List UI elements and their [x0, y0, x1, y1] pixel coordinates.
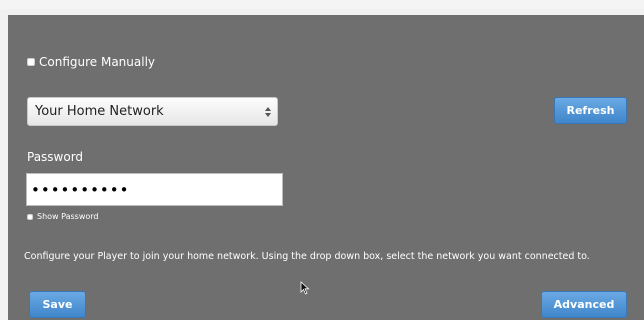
settings-page: Configure Manually Your Home Network Ref…	[0, 0, 644, 320]
advanced-button[interactable]: Advanced	[541, 291, 627, 318]
instructions-text: Configure your Player to join your home …	[24, 251, 590, 262]
refresh-button-label: Refresh	[566, 104, 615, 117]
configure-manually-row[interactable]: Configure Manually	[27, 55, 155, 69]
configure-manually-label: Configure Manually	[39, 55, 156, 69]
password-field[interactable]	[26, 173, 283, 206]
save-button-label: Save	[42, 298, 73, 311]
configure-manually-checkbox[interactable]	[27, 58, 35, 66]
network-select[interactable]: Your Home Network	[27, 97, 278, 126]
refresh-button[interactable]: Refresh	[554, 97, 627, 124]
mouse-pointer-icon	[300, 281, 310, 295]
advanced-button-label: Advanced	[553, 298, 615, 311]
show-password-row[interactable]: Show Password	[27, 212, 99, 221]
save-button[interactable]: Save	[29, 291, 86, 318]
select-arrows-icon	[264, 105, 272, 119]
network-select-value: Your Home Network	[35, 104, 164, 119]
password-label: Password	[27, 150, 84, 164]
show-password-label: Show Password	[37, 212, 99, 221]
top-bar	[0, 0, 644, 9]
show-password-checkbox[interactable]	[27, 213, 33, 220]
